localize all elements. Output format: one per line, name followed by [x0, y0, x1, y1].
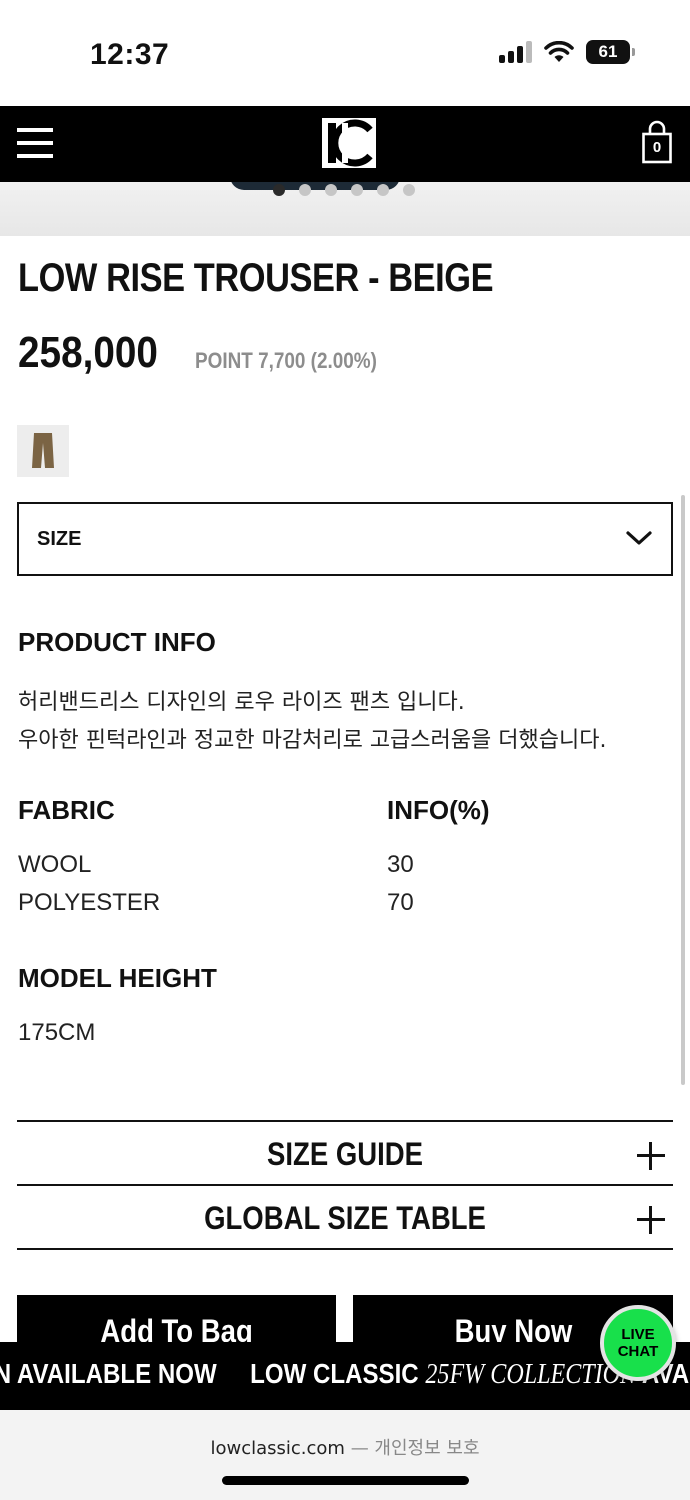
cellular-signal-icon — [499, 41, 532, 63]
gallery-pagination — [273, 184, 415, 196]
site-domain: lowclassic.com — [210, 1438, 345, 1459]
model-height-title: MODEL HEIGHT — [18, 963, 217, 993]
model-height-value: 175CM — [18, 1019, 96, 1046]
ticker-segment: 25FW COLLECTION — [425, 1359, 637, 1390]
accordion-label: GLOBAL SIZE TABLE — [204, 1200, 486, 1236]
size-select[interactable]: SIZE — [17, 502, 673, 576]
status-icons: 61 — [499, 40, 635, 64]
gallery-dot[interactable] — [377, 184, 389, 196]
trouser-thumbnail — [32, 433, 54, 468]
gallery-dot[interactable] — [299, 184, 311, 196]
ticker-text: ON AVAILABLE NOW LOW CLASSIC 25FW COLLEC… — [0, 1358, 690, 1391]
home-indicator[interactable] — [222, 1476, 469, 1485]
divider — [17, 1248, 673, 1250]
global-size-table-accordion[interactable]: GLOBAL SIZE TABLE — [17, 1184, 673, 1248]
wifi-icon — [544, 41, 574, 62]
status-bar: 12:37 61 — [0, 0, 690, 106]
plus-icon[interactable] — [637, 1142, 665, 1170]
fabric-percent: 30 — [387, 851, 414, 878]
battery-level: 61 — [598, 42, 618, 61]
chevron-down-icon — [626, 531, 652, 545]
bag-count: 0 — [652, 139, 662, 156]
size-guide-accordion[interactable]: SIZE GUIDE — [17, 1120, 673, 1184]
privacy-label: 개인정보 보호 — [374, 1438, 480, 1459]
announcement-ticker: ON AVAILABLE NOW LOW CLASSIC 25FW COLLEC… — [0, 1342, 690, 1410]
live-chat-label: CHAT — [617, 1343, 659, 1360]
gallery-dot[interactable] — [351, 184, 363, 196]
top-nav: 0 — [0, 106, 690, 182]
product-price: 258,000 — [18, 328, 158, 377]
accordion-label: SIZE GUIDE — [267, 1136, 423, 1172]
lc-logo[interactable] — [322, 118, 376, 168]
live-chat-label: LIVE — [621, 1326, 655, 1343]
scrollbar[interactable] — [681, 495, 685, 1085]
hamburger-icon[interactable] — [17, 128, 53, 158]
url-separator: — — [350, 1438, 369, 1459]
live-chat-button[interactable]: LIVE CHAT — [600, 1305, 676, 1381]
battery-icon: 61 — [586, 40, 635, 64]
fabric-info-header: INFO(%) — [387, 795, 490, 825]
gallery-dot[interactable] — [273, 184, 285, 196]
fabric-header: FABRIC — [18, 795, 115, 825]
fabric-name: POLYESTER — [18, 889, 161, 916]
ticker-segment: ON AVAILABLE NOW — [0, 1358, 217, 1389]
gallery-dot[interactable] — [325, 184, 337, 196]
gallery-dot[interactable] — [403, 184, 415, 196]
reward-points: POINT 7,700 (2.00%) — [195, 348, 377, 373]
size-select-label: SIZE — [37, 527, 82, 550]
url-text: lowclassic.com — 개인정보 보호 — [0, 1434, 690, 1460]
product-info-title: PRODUCT INFO — [18, 627, 216, 657]
product-description-line: 허리밴드리스 디자인의 로우 라이즈 팬츠 입니다. — [18, 690, 465, 715]
status-time: 12:37 — [90, 38, 170, 71]
ticker-segment: LOW CLASSIC — [250, 1358, 419, 1389]
browser-address-bar[interactable]: lowclassic.com — 개인정보 보호 — [0, 1410, 690, 1500]
fabric-percent: 70 — [387, 889, 414, 916]
plus-icon[interactable] — [637, 1206, 665, 1234]
product-title: LOW RISE TROUSER - BEIGE — [18, 256, 494, 300]
fabric-name: WOOL — [18, 851, 92, 878]
color-swatch[interactable] — [17, 425, 69, 477]
product-description-line: 우아한 핀턱라인과 정교한 마감처리로 고급스러움을 더했습니다. — [18, 728, 607, 753]
